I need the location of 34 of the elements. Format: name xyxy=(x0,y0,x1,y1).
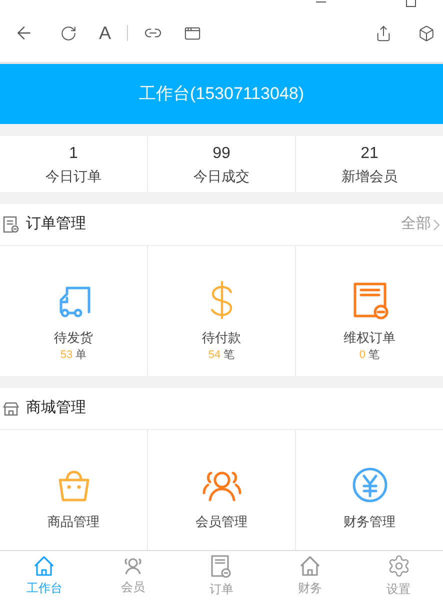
stat-value: 99 xyxy=(212,144,230,164)
home-icon xyxy=(33,555,56,577)
settings-icon xyxy=(386,554,411,578)
item-count: 53 单 xyxy=(60,348,87,362)
item-count: 54 笔 xyxy=(208,348,235,362)
minimize-icon[interactable] xyxy=(316,0,326,4)
header-title: 工作台(15307113048) xyxy=(138,83,304,106)
refresh-icon[interactable] xyxy=(60,24,77,42)
people-icon xyxy=(122,556,144,576)
stat-value: 21 xyxy=(360,144,378,164)
stat-label: 新增会员 xyxy=(342,166,398,186)
chevron-icon xyxy=(433,218,440,230)
stat-value: 1 xyxy=(69,144,78,164)
maximize-icon[interactable] xyxy=(406,0,416,7)
item-count: 0 笔 xyxy=(359,348,380,362)
stat-label: 今日成交 xyxy=(194,166,250,186)
item-label[interactable]: 待发货 xyxy=(54,328,93,348)
item-label[interactable]: 财务管理 xyxy=(344,512,396,532)
item-label[interactable]: 商品管理 xyxy=(48,512,100,532)
item-label[interactable]: 维权订单 xyxy=(344,328,396,348)
store-icon xyxy=(3,402,19,416)
section-title: 商城管理 xyxy=(26,398,86,418)
share-icon[interactable] xyxy=(375,24,392,42)
cube-icon[interactable] xyxy=(418,24,435,42)
order-icon xyxy=(3,216,19,234)
home-icon xyxy=(299,555,322,577)
section-title: 订单管理 xyxy=(26,214,86,234)
yen-icon xyxy=(350,466,388,504)
item-label[interactable]: 会员管理 xyxy=(196,512,248,532)
item-label[interactable]: 待付款 xyxy=(202,328,241,348)
order-icon xyxy=(210,554,232,578)
stat-label: 今日订单 xyxy=(46,166,102,186)
window-icon[interactable] xyxy=(184,24,202,42)
font-button[interactable]: A xyxy=(99,20,112,46)
